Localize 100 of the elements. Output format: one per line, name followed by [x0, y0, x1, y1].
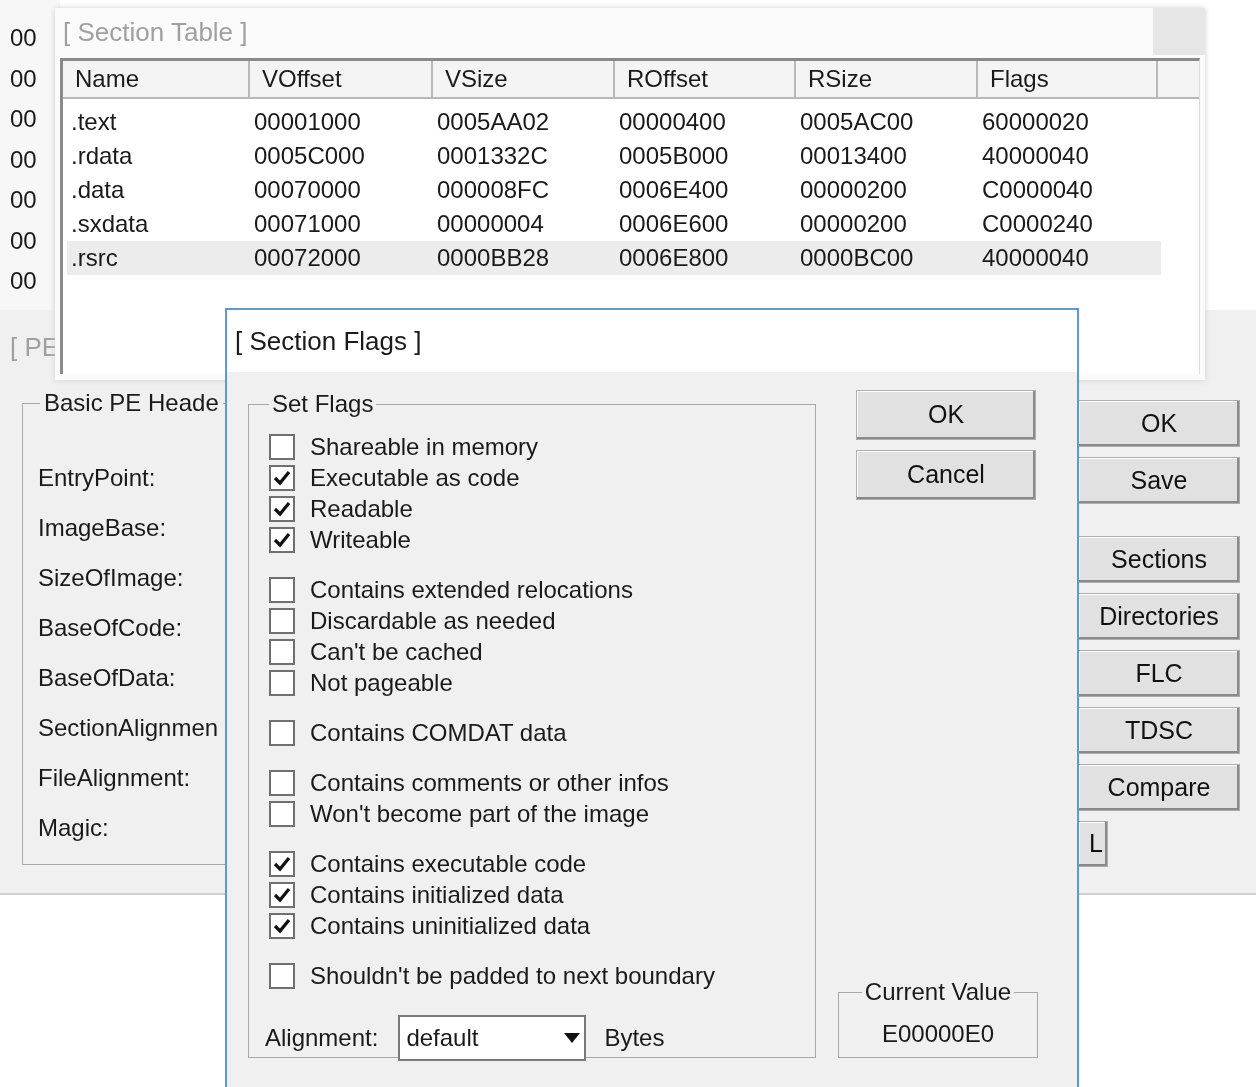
field-label: BaseOfData: — [38, 663, 176, 693]
checkbox[interactable] — [269, 669, 295, 696]
table-cell-text: 00000400 — [619, 107, 726, 137]
table-row[interactable]: .text 00001000 0005AA02 00000400 0005AC00 60000020 — [67, 105, 1161, 139]
checkbox[interactable] — [269, 769, 295, 796]
table-cell-text: 40000040 — [982, 243, 1089, 273]
dialog-button[interactable]: Sections — [1078, 536, 1240, 583]
checkbox-label: Contains extended relocations — [310, 574, 633, 605]
checkbox[interactable] — [269, 464, 295, 491]
table-cell-text: 0005AC00 — [800, 107, 914, 137]
table-cell-text: C0000040 — [982, 175, 1093, 205]
table-cell-text: .rsrc — [71, 243, 118, 273]
table-row[interactable]: .rdata 0005C000 0001332C 0005B000 00013400 40000040 — [67, 139, 1161, 173]
hex-value: 00 — [10, 225, 37, 256]
checkbox-label: Shareable in memory — [310, 431, 539, 462]
checkbox-label: Contains uninitialized data — [310, 910, 591, 941]
checkbox-label: Contains COMDAT data — [310, 717, 567, 748]
column-header[interactable]: RSize — [796, 61, 978, 97]
field-label: SectionAlignmen — [38, 713, 219, 743]
checkbox-label: Writeable — [310, 524, 411, 555]
table-cell-text: 0001332C — [437, 141, 548, 171]
table-cell-text: C0000240 — [982, 209, 1093, 239]
table-row[interactable]: .sxdata 00071000 00000004 0006E600 00000200 C0000240 — [67, 207, 1161, 241]
dialog-button[interactable]: FLC — [1078, 650, 1240, 697]
checkbox-label: Not pageable — [310, 667, 453, 698]
column-header[interactable]: VOffset — [250, 61, 433, 97]
dialog-button[interactable]: Save — [1078, 457, 1240, 504]
table-cell-text: 00001000 — [254, 107, 361, 137]
checkbox-label: Executable as code — [310, 462, 520, 493]
checkbox[interactable] — [269, 962, 295, 989]
checkbox-label: Shouldn't be padded to next boundary — [310, 960, 715, 991]
table-cell-text: 0006E600 — [619, 209, 729, 239]
checkbox-label: Contains comments or other infos — [310, 767, 669, 798]
table-cell-text: 00072000 — [254, 243, 361, 273]
hex-value: 00 — [10, 144, 37, 175]
checkbox[interactable] — [269, 850, 295, 877]
table-cell-text: 00070000 — [254, 175, 361, 205]
checkbox-label: Contains executable code — [310, 848, 587, 879]
group-title: Set Flags — [272, 390, 374, 417]
checkbox-label: Readable — [310, 493, 413, 524]
dialog-button[interactable]: TDSC — [1078, 707, 1240, 754]
column-header[interactable]: ROffset — [615, 61, 796, 97]
field-label: ImageBase: — [38, 513, 167, 543]
dialog-button[interactable]: Cancel — [856, 450, 1036, 500]
checkbox[interactable] — [269, 526, 295, 553]
table-cell-text: .rdata — [71, 141, 133, 171]
hex-value: 00 — [10, 266, 37, 296]
column-header[interactable]: VSize — [433, 61, 615, 97]
field-label: Alignment: — [265, 1023, 379, 1053]
table-row[interactable]: .data 00070000 000008FC 0006E400 00000200 C0000040 — [67, 173, 1161, 207]
table-row[interactable]: .rsrc 00072000 0000BB28 0006E800 0000BC00 40000040 — [67, 241, 1161, 275]
table-cell-text: .sxdata — [71, 209, 149, 239]
hex-value: 00 — [10, 23, 37, 53]
window-title: [ Section Table ] — [63, 16, 248, 49]
dialog-button[interactable]: Directories — [1078, 593, 1240, 640]
table-cell-text: 0000BB28 — [437, 243, 550, 273]
table-cell-text: 0006E800 — [619, 243, 729, 273]
table-cell-text: 00000200 — [800, 209, 907, 239]
table-cell-text: 00013400 — [800, 141, 907, 171]
checkbox[interactable] — [269, 576, 295, 603]
field-label: BaseOfCode: — [38, 613, 183, 643]
dialog-title: [ Section Flags ] — [235, 324, 422, 358]
checkbox[interactable] — [269, 607, 295, 634]
dialog-button[interactable]: OK — [856, 390, 1036, 440]
checkbox[interactable] — [269, 912, 295, 939]
table-cell-text: 00071000 — [254, 209, 361, 239]
group-title: Basic PE Heade — [44, 389, 219, 416]
unit-label: Bytes — [604, 1023, 665, 1053]
table-cell-text: 40000040 — [982, 141, 1089, 171]
dropdown-arrow-icon — [564, 1033, 581, 1043]
field-label: EntryPoint: — [38, 463, 156, 493]
table-cell-text: 0006E400 — [619, 175, 729, 205]
checkbox[interactable] — [269, 638, 295, 665]
table-cell-text: .data — [71, 175, 125, 205]
table-cell-text: 000008FC — [437, 175, 550, 205]
checkbox[interactable] — [269, 433, 295, 460]
checkbox-label: Can't be cached — [310, 636, 483, 667]
hex-value: 00 — [10, 104, 37, 134]
checkbox[interactable] — [269, 800, 295, 827]
table-cell-text: 60000020 — [982, 107, 1089, 137]
checkbox-label: Discardable as needed — [310, 605, 556, 636]
table-cell-text: .text — [71, 107, 117, 137]
field-label: FileAlignment: — [38, 763, 191, 793]
column-header[interactable]: Flags — [978, 61, 1158, 97]
dialog-button[interactable]: L — [1078, 821, 1108, 867]
current-value: E00000E0 — [881, 1019, 995, 1049]
dialog-button[interactable]: OK — [1078, 400, 1240, 447]
table-cell-text: 0000BC00 — [800, 243, 914, 273]
checkbox[interactable] — [269, 495, 295, 522]
alignment-dropdown[interactable]: default — [398, 1015, 587, 1061]
checkbox[interactable] — [269, 881, 295, 908]
hex-value: 00 — [10, 185, 37, 215]
table-cell-text: 00000200 — [800, 175, 907, 205]
column-header[interactable]: Name — [63, 61, 250, 97]
dialog-button[interactable]: Compare — [1078, 764, 1240, 811]
field-label: Magic: — [38, 813, 109, 843]
table-cell-text: 0005C000 — [254, 141, 365, 171]
checkbox[interactable] — [269, 719, 295, 746]
table-cell-text: 0005AA02 — [437, 107, 550, 137]
group-title: Current Value — [864, 978, 1012, 1005]
